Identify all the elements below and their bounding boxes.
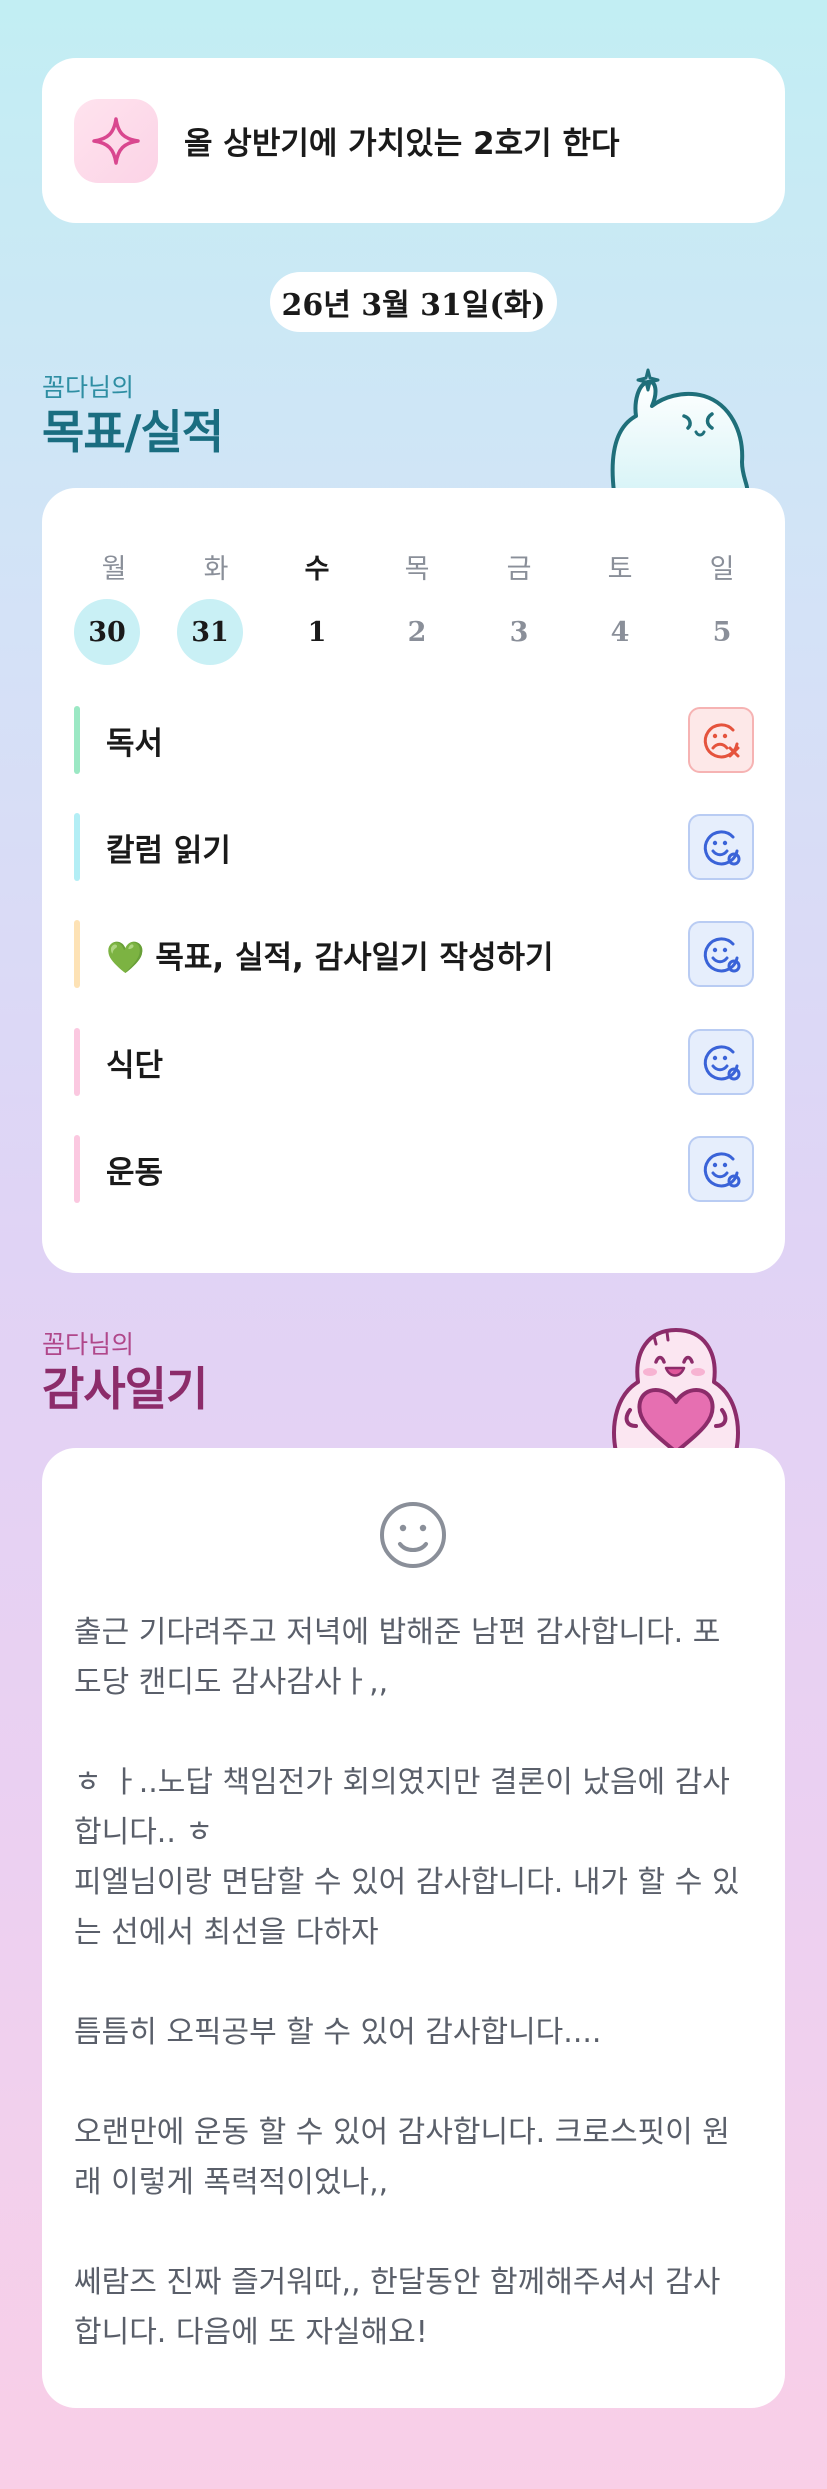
gratitude-line: 도당 캔디도 감사감사ㅏ,, xyxy=(74,1665,389,1700)
gratitude-gap xyxy=(74,1958,764,2008)
gratitude-line: 래 이렇게 폭력적이었나,, xyxy=(74,2165,389,2200)
sad-face-x-icon[interactable] xyxy=(688,707,754,773)
goal-label: 식단 xyxy=(106,1047,164,1084)
goal-color-bar xyxy=(74,1135,80,1203)
goal-item[interactable]: 운동 xyxy=(74,1135,754,1203)
weekday-sat: 토 xyxy=(607,553,633,585)
weekday-wed: 수 xyxy=(304,553,330,585)
gratitude-gap xyxy=(74,2058,764,2108)
gratitude-line: 틈틈히 오픽공부 할 수 있어 감사합니다.... xyxy=(74,2015,602,2050)
goal-item[interactable]: 식단 xyxy=(74,1028,754,1096)
gratitude-gap xyxy=(74,1708,764,1758)
weekday-sun: 일 xyxy=(709,553,735,585)
gratitude-line: 는 선에서 최선을 다하자 xyxy=(74,1915,379,1950)
goal-color-bar xyxy=(74,920,80,988)
gratitude-entries: 출근 기다려주고 저녁에 밥해준 남편 감사합니다. 포 도당 캔디도 감사감사… xyxy=(74,1608,764,2358)
date-row: 30 31 1 2 3 4 5 xyxy=(42,596,785,668)
gratitude-card: 출근 기다려주고 저녁에 밥해준 남편 감사합니다. 포 도당 캔디도 감사감사… xyxy=(42,1448,785,2408)
gratitude-line: 쎄람즈 진짜 즐거워따,, 한달동안 함께해주셔서 감사 xyxy=(74,2265,721,2300)
goal-color-bar xyxy=(74,1028,80,1096)
sparkle-icon xyxy=(74,98,158,183)
date-30[interactable]: 30 xyxy=(74,599,140,665)
gratitude-gap xyxy=(74,2208,764,2258)
gratitude-line: 출근 기다려주고 저녁에 밥해준 남편 감사합니다. 포 xyxy=(74,1615,721,1650)
waving-ghost-mascot xyxy=(600,362,750,494)
goal-label: 칼럼 읽기 xyxy=(106,832,231,869)
date-1[interactable]: 1 xyxy=(282,600,352,664)
smile-check-icon[interactable] xyxy=(688,814,754,880)
gratitude-title: 감사일기 xyxy=(42,1362,208,1416)
goal-label: 💚 목표, 실적, 감사일기 작성하기 xyxy=(106,939,554,976)
goal-color-bar xyxy=(74,706,80,774)
heart-hugging-mascot xyxy=(596,1322,756,1454)
gratitude-line: 오랜만에 운동 할 수 있어 감사합니다. 크로스핏이 원 xyxy=(74,2115,730,2150)
date-4[interactable]: 4 xyxy=(585,600,655,664)
smile-check-icon[interactable] xyxy=(688,1136,754,1202)
goal-color-bar xyxy=(74,813,80,881)
goal-label: 운동 xyxy=(106,1154,164,1191)
goal-label: 독서 xyxy=(106,725,164,762)
date-5[interactable]: 5 xyxy=(687,600,757,664)
goal-item[interactable]: 칼럼 읽기 xyxy=(74,813,754,881)
goal-item[interactable]: 독서 xyxy=(74,706,754,774)
smile-check-icon[interactable] xyxy=(688,1029,754,1095)
gratitude-line: 피엘님이랑 면담할 수 있어 감사합니다. 내가 할 수 있 xyxy=(74,1865,740,1900)
goal-item[interactable]: 💚 목표, 실적, 감사일기 작성하기 xyxy=(74,920,754,988)
date-3[interactable]: 3 xyxy=(484,600,554,664)
gratitude-line: ㅎ ㅏ..노답 책임전가 회의였지만 결론이 났음에 감사 xyxy=(74,1765,730,1800)
goals-card: 월 화 수 목 금 토 일 30 31 1 2 3 4 5 독서 칼럼 읽기 💚… xyxy=(42,488,785,1273)
weekday-tue: 화 xyxy=(203,553,229,585)
weekday-row: 월 화 수 목 금 토 일 xyxy=(42,534,785,594)
weekday-mon: 월 xyxy=(101,553,127,585)
date-2[interactable]: 2 xyxy=(382,600,452,664)
goals-title: 목표/실적 xyxy=(42,405,224,459)
smile-check-icon[interactable] xyxy=(688,921,754,987)
motto-text: 올 상반기에 가치있는 2호기 한다 xyxy=(184,126,620,162)
weekday-thu: 목 xyxy=(404,553,430,585)
motto-card[interactable]: 올 상반기에 가치있는 2호기 한다 xyxy=(42,58,785,223)
weekday-fri: 금 xyxy=(506,553,532,585)
date-31[interactable]: 31 xyxy=(177,599,243,665)
gratitude-line: 합니다.. ㅎ xyxy=(74,1815,214,1850)
date-selector[interactable]: 26년 3월 31일(화) xyxy=(270,272,557,332)
smile-face-icon[interactable] xyxy=(378,1500,448,1570)
gratitude-line: 합니다. 다음에 또 자실해요! xyxy=(74,2315,428,2350)
